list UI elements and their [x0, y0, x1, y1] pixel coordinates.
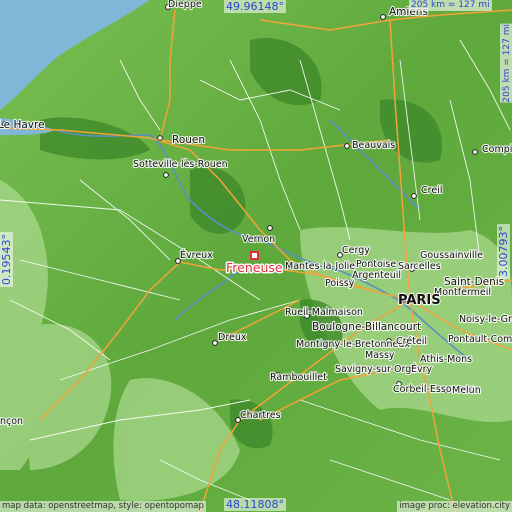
city-label-evry: Évry: [411, 363, 433, 375]
city-label-melun: Melun: [452, 385, 481, 396]
city-label-goussainville: Goussainville: [420, 250, 483, 261]
city-label-paris: PARIS: [398, 293, 441, 308]
city-label-pontault: Pontault-Combault: [448, 334, 512, 345]
city-label-savigny: Savigny-sur-Orge: [335, 364, 417, 375]
city-label-dieppe: Dieppe: [168, 0, 202, 10]
city-label-boulogne: Boulogne-Billancourt: [312, 321, 421, 333]
city-label-montfermeil: Montfermeil: [434, 287, 491, 298]
south-latitude-label: 48.11808°: [224, 498, 286, 511]
city-label-montigny: Montigny-le-Bretonneux: [296, 339, 410, 350]
freneuse-marker: [250, 251, 259, 260]
city-label-pontoise: Pontoise: [356, 259, 396, 270]
city-label-le-havre: Le Havre: [0, 119, 45, 131]
city-label-sotteville: Sotteville-lès-Rouen: [133, 159, 228, 170]
city-label-massy: Massy: [365, 350, 395, 361]
city-label-creteil: Créteil: [396, 336, 427, 347]
city-label-sarcelles: Sarcelles: [398, 261, 441, 272]
city-label-chartres: Chartres: [240, 410, 281, 421]
city-label-compiegne: Compi: [482, 144, 512, 155]
city-label-sotteville-text: Sotteville-lès-Rouen: [133, 159, 228, 170]
north-latitude-label: 49.96148°: [224, 0, 286, 13]
city-label-creil: Creil: [421, 185, 442, 196]
city-label-argenteuil: Argenteuil: [352, 270, 401, 281]
city-label-rambouillet: Rambouillet: [270, 372, 327, 383]
city-label-rouen: Rouen: [172, 134, 205, 146]
focus-place-label: Freneuse: [226, 260, 283, 275]
city-label-rueil: Rueil-Malmaison: [285, 307, 363, 318]
west-longitude-label: 0.19543°: [0, 232, 13, 287]
east-longitude-label: 3.00793°: [497, 224, 510, 279]
city-label-poissy: Poissy: [325, 278, 355, 289]
city-label-cergy: Cergy: [342, 245, 370, 256]
city-label-alencon: nçon: [0, 416, 23, 427]
image-processing-credit: image proc: elevation.city: [397, 501, 512, 512]
city-label-mantes: Mantes-la-Jolie: [285, 261, 355, 272]
horizontal-scale-label: 205 km = 127 mi: [409, 0, 492, 11]
city-label-beauvais: Beauvais: [352, 140, 395, 151]
vertical-scale-label: 205 km = 127 mi: [500, 24, 512, 103]
city-label-vernon: Vernon: [242, 234, 275, 245]
city-label-evreux: Évreux: [180, 249, 213, 261]
city-label-dreux: Dreux: [218, 332, 247, 343]
topographic-map: Dieppe Amiens Le Havre Rouen Sotteville-…: [0, 0, 512, 512]
map-attribution: map data: openstreetmap, style: opentopo…: [0, 501, 206, 512]
city-label-noisy: Noisy-le-Grand: [459, 314, 512, 325]
city-label-montigny-text: Montigny-le-Bretonneux: [296, 339, 410, 350]
